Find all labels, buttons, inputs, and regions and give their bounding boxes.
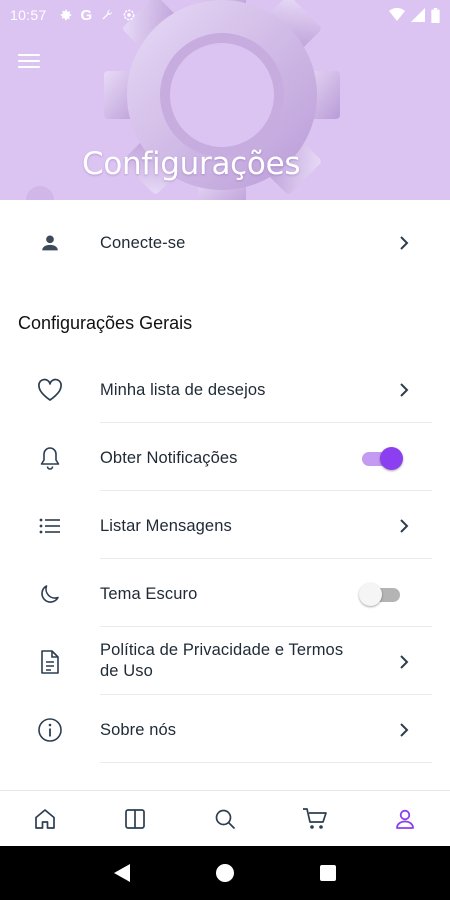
chevron-right-icon — [400, 236, 409, 250]
notifications-label: Obter Notificações — [100, 448, 238, 467]
about-label: Sobre nós — [100, 720, 177, 739]
moon-icon — [36, 580, 64, 608]
notifications-row: Obter Notificações — [0, 425, 450, 491]
menu-button[interactable] — [18, 48, 48, 74]
chevron-right-icon — [400, 519, 409, 533]
dark-theme-label: Tema Escuro — [100, 584, 198, 603]
bell-icon — [36, 444, 64, 472]
nav-profile[interactable] — [360, 791, 450, 847]
nav-home[interactable] — [0, 791, 90, 847]
settings-alt-icon — [122, 8, 136, 22]
signal-icon — [411, 8, 425, 22]
chevron-right-icon — [400, 655, 409, 669]
notifications-toggle[interactable] — [360, 446, 404, 470]
nav-search[interactable] — [180, 791, 270, 847]
person-icon — [36, 229, 64, 257]
divider — [100, 626, 432, 627]
home-icon — [35, 808, 55, 829]
chevron-right-icon — [400, 723, 409, 737]
privacy-policy-row[interactable]: Política de Privacidade e Termos de Uso — [0, 629, 450, 695]
wifi-icon — [389, 8, 405, 22]
wishlist-label: Minha lista de desejos — [100, 380, 266, 399]
wrench-icon — [100, 8, 114, 22]
wishlist-row[interactable]: Minha lista de desejos — [0, 357, 450, 423]
gear-icon — [59, 8, 73, 22]
search-icon — [215, 809, 235, 829]
nav-catalog[interactable] — [90, 791, 180, 847]
login-label: Conecte-se — [100, 233, 186, 252]
divider — [100, 762, 432, 763]
status-time: 10:57 — [10, 7, 47, 23]
info-icon — [36, 716, 64, 744]
heart-icon — [36, 376, 64, 404]
page-title: Configurações — [82, 146, 301, 182]
dark-theme-toggle[interactable] — [359, 582, 404, 606]
chevron-right-icon — [400, 383, 409, 397]
system-back-button[interactable] — [102, 853, 142, 893]
messages-row[interactable]: Listar Mensagens — [0, 493, 450, 559]
catalog-icon — [125, 808, 145, 829]
privacy-policy-label: Política de Privacidade e Termos de Uso — [100, 641, 344, 680]
divider — [100, 558, 432, 559]
divider — [100, 694, 432, 695]
dark-theme-row: Tema Escuro — [0, 561, 450, 627]
list-icon — [36, 512, 64, 540]
cart-icon — [303, 807, 327, 829]
system-navigation-bar — [0, 846, 450, 900]
document-icon — [36, 648, 64, 676]
system-recents-button[interactable] — [308, 853, 348, 893]
google-icon: G — [80, 6, 93, 24]
divider — [100, 422, 432, 423]
battery-icon — [431, 7, 440, 23]
section-title: Configurações Gerais — [18, 313, 193, 333]
about-row[interactable]: Sobre nós — [0, 697, 450, 763]
bottom-navigation — [0, 790, 450, 846]
messages-label: Listar Mensagens — [100, 516, 232, 535]
header-banner: 10:57 G Configurações — [0, 0, 450, 200]
system-home-button[interactable] — [205, 853, 245, 893]
login-row[interactable]: Conecte-se — [0, 210, 450, 276]
nav-cart[interactable] — [270, 791, 360, 847]
status-bar: 10:57 G — [0, 0, 450, 30]
divider — [100, 490, 432, 491]
recents-square-icon — [320, 865, 337, 881]
profile-icon — [396, 809, 414, 829]
home-circle-icon — [215, 864, 234, 882]
back-triangle-icon — [113, 864, 130, 882]
settings-content: Conecte-se Configurações Gerais Minha li… — [0, 200, 450, 790]
hamburger-icon — [18, 54, 40, 56]
